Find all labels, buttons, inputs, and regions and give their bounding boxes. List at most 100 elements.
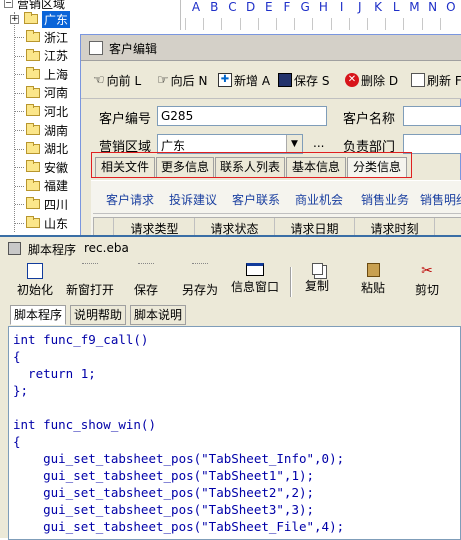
column-header[interactable]: I — [335, 0, 349, 16]
refresh-button[interactable]: 刷新 F — [411, 69, 461, 91]
grid-line — [421, 18, 423, 30]
script-tab-strip: 脚本程序 说明帮助 脚本说明 — [0, 305, 461, 325]
cut-label: 剪切 — [414, 283, 439, 297]
column-header[interactable]: O — [444, 0, 458, 16]
dropdown-arrow-icon[interactable]: ▼ — [286, 135, 302, 153]
hand-right-icon: ☞ — [157, 72, 169, 88]
tree-item[interactable]: 安徽 — [26, 158, 68, 176]
column-header[interactable]: M — [407, 0, 421, 16]
subtab[interactable]: 客户请求 — [106, 191, 154, 208]
grid-line — [203, 18, 205, 30]
tree-item-selected[interactable]: 广东 — [24, 10, 71, 28]
tree-item[interactable]: 湖南 — [26, 121, 68, 139]
script-window: 脚本程序 rec.eba 初始化 新窗打开 保存 另存为 信息窗口 复制 粘贴 … — [0, 235, 461, 540]
subtab[interactable]: 商业机会 — [295, 191, 343, 208]
tree-item-label: 四川 — [44, 197, 69, 212]
copy-button[interactable]: 复制 — [302, 263, 332, 303]
tree-item[interactable]: 河南 — [26, 84, 68, 102]
column-header[interactable]: B — [207, 0, 221, 16]
subtab[interactable]: 客户联系 — [232, 191, 280, 208]
save-as-label: 另存为 — [181, 283, 218, 297]
delete-label: 删除 D — [361, 73, 399, 88]
next-button[interactable]: ☞ 向后 N — [157, 69, 207, 91]
column-header[interactable]: C — [225, 0, 239, 16]
code-editor[interactable]: int func_f9_call() { return 1;}; int func_… — [8, 326, 461, 540]
save-as-button[interactable]: 另存为 — [178, 263, 222, 303]
code-line: gui_set_tabsheet_pos("TabSheet_File",4); — [13, 519, 345, 534]
add-label: 新增 A — [234, 73, 271, 88]
refresh-label: 刷新 F — [427, 73, 461, 88]
init-button[interactable]: 初始化 — [14, 263, 56, 303]
copy-label: 复制 — [304, 279, 329, 293]
script-save-button[interactable]: 保存 — [128, 263, 164, 303]
tab-basic-info[interactable]: 基本信息 — [286, 157, 346, 177]
tree-connector — [15, 148, 24, 150]
new-window-open-button[interactable]: 新窗打开 — [64, 263, 116, 303]
dept-field[interactable] — [403, 134, 461, 154]
column-header[interactable]: K — [371, 0, 385, 16]
open-icon — [82, 263, 98, 279]
tree-item[interactable]: 湖北 — [26, 140, 68, 158]
code-line: gui_set_tabsheet_pos("TabSheet2",2); — [13, 485, 315, 500]
tree-item-label: 广东 — [42, 10, 71, 28]
column-header[interactable]: N — [426, 0, 440, 16]
region-select[interactable]: 广东 ▼ — [157, 134, 303, 154]
column-header[interactable]: E — [262, 0, 276, 16]
tree-item[interactable]: 河北 — [26, 102, 68, 120]
tab-related-files[interactable]: 相关文件 — [95, 157, 155, 177]
tree-item[interactable]: 福建 — [26, 177, 68, 195]
title-bar[interactable]: 客户编辑 — [81, 35, 461, 61]
grid-line — [403, 18, 405, 30]
save-button[interactable]: 保存 S — [278, 69, 329, 91]
column-header[interactable]: F — [280, 0, 294, 16]
tree-connector — [15, 37, 24, 38]
collapse-icon[interactable]: − — [4, 0, 13, 8]
tree-item-label: 福建 — [44, 179, 69, 194]
subtab[interactable]: 销售明细 — [420, 191, 461, 208]
info-window-button[interactable]: 信息窗口 — [228, 263, 282, 303]
tree-item-label: 湖北 — [44, 142, 69, 157]
prev-button[interactable]: ☜ 向前 L — [93, 69, 141, 91]
tree-item[interactable]: 四川 — [26, 195, 68, 213]
grid-line — [439, 18, 441, 30]
column-header[interactable]: H — [316, 0, 330, 16]
column-header[interactable]: J — [353, 0, 367, 16]
tab-contacts[interactable]: 联系人列表 — [215, 157, 285, 177]
tree-item-label: 安徽 — [44, 160, 69, 175]
script-window-icon — [8, 242, 21, 255]
tree-connector — [15, 111, 24, 113]
grid-line — [385, 18, 387, 30]
grid-line — [185, 18, 186, 30]
tab-category-info[interactable]: 分类信息 — [347, 157, 407, 177]
region-tree[interactable]: − 营销区域 + 广东 浙江 江苏 上海 河南 河北 湖南 湖北 安徽 福建 四川 山东 — [0, 0, 80, 235]
column-header[interactable]: D — [244, 0, 258, 16]
region-lookup-button[interactable]: ... — [313, 136, 324, 150]
folder-icon — [24, 12, 38, 24]
column-header[interactable]: G — [298, 0, 312, 16]
tab-script[interactable]: 脚本程序 — [10, 305, 67, 325]
code-line: { — [13, 434, 21, 449]
grid-line — [348, 18, 350, 30]
tab-more-info[interactable]: 更多信息 — [156, 157, 214, 177]
name-field[interactable] — [403, 106, 461, 126]
floppy-icon — [278, 73, 292, 87]
code-field[interactable]: G285 — [157, 106, 327, 126]
delete-button[interactable]: ✕ 删除 D — [345, 69, 398, 91]
column-header[interactable]: A — [189, 0, 203, 16]
paste-button[interactable]: 粘贴 — [358, 263, 388, 303]
column-header[interactable]: L — [389, 0, 403, 16]
tree-item[interactable]: 浙江 — [26, 28, 68, 46]
subtab[interactable]: 销售业务 — [361, 191, 409, 208]
script-title-bar[interactable]: 脚本程序 rec.eba — [0, 237, 461, 261]
tab-help[interactable]: 说明帮助 — [70, 305, 127, 325]
tree-item-label: 江苏 — [44, 49, 69, 64]
subtab[interactable]: 投诉建议 — [169, 191, 217, 208]
tree-item[interactable]: 上海 — [26, 65, 68, 83]
tree-item[interactable]: 江苏 — [26, 47, 68, 65]
tab-script-notes[interactable]: 脚本说明 — [130, 305, 187, 325]
tree-item[interactable]: 山东 — [26, 214, 68, 232]
cut-button[interactable]: ✂ 剪切 — [412, 263, 442, 303]
expand-icon[interactable]: + — [10, 15, 19, 24]
paste-icon — [366, 263, 380, 277]
add-button[interactable]: ✚ 新增 A — [218, 69, 270, 91]
